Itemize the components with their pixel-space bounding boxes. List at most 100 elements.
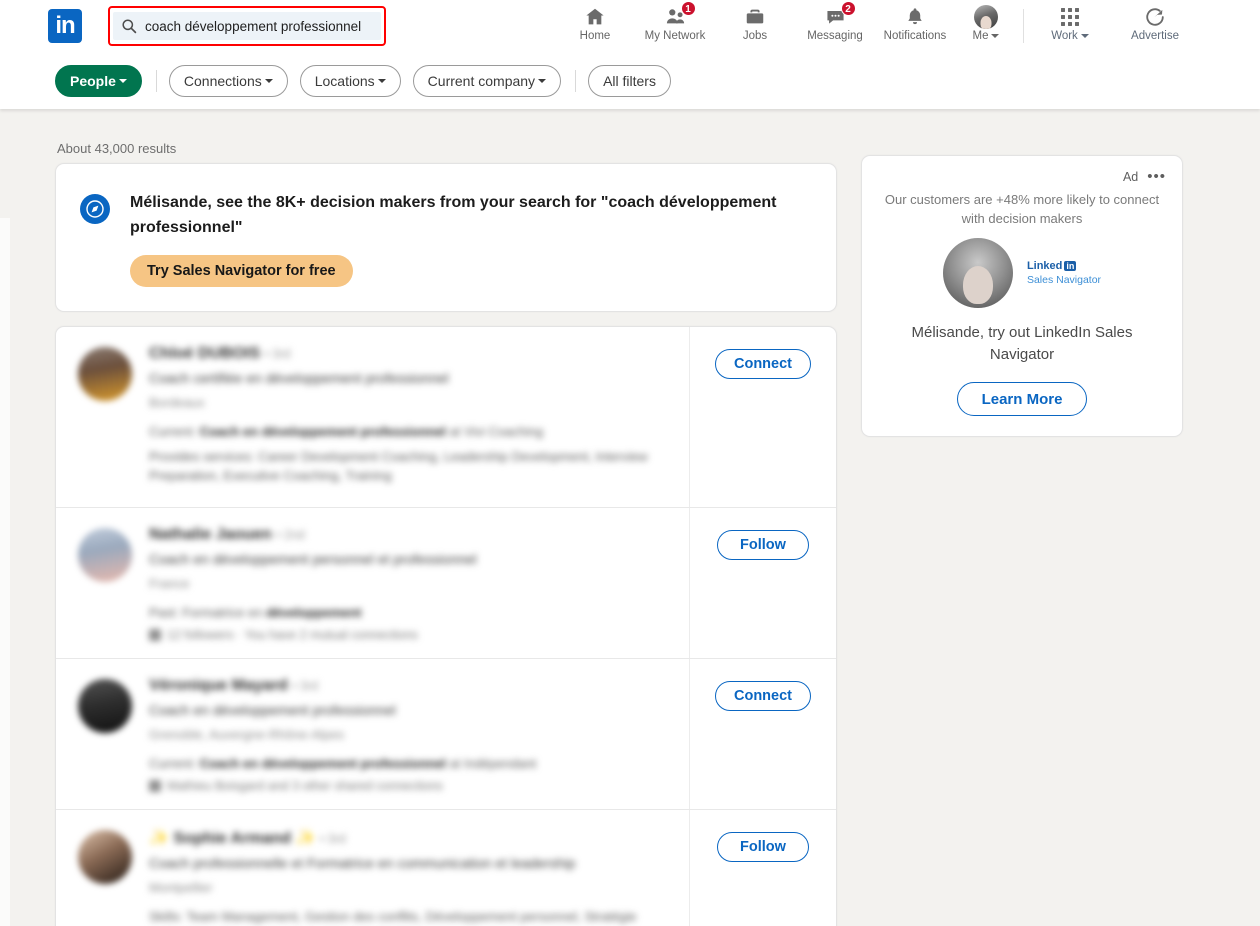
people-icon: 1 bbox=[664, 1, 696, 29]
snippet-suffix: at Vivi Coaching bbox=[449, 424, 544, 439]
nav-item-advertise[interactable]: Advertise bbox=[1110, 0, 1200, 52]
result-degree: • 2nd bbox=[276, 528, 305, 542]
snippet-prefix: Skills: Team Management, Gestion des con… bbox=[149, 909, 637, 924]
filter-current-company[interactable]: Current company bbox=[412, 64, 562, 97]
follow-button[interactable]: Follow bbox=[717, 832, 809, 862]
result-avatar[interactable] bbox=[78, 830, 132, 884]
brand-linked: Linked bbox=[1026, 260, 1063, 272]
row-vertical-divider bbox=[689, 508, 690, 658]
result-snippet: Current: Coach en développement professi… bbox=[149, 754, 680, 773]
result-name[interactable]: Véronique Mayard • 3rd bbox=[149, 677, 680, 695]
filter-people[interactable]: People bbox=[55, 64, 142, 97]
result-name[interactable]: Chloé DUBOIS • 3rd bbox=[149, 345, 680, 363]
follow-button[interactable]: Follow bbox=[717, 530, 809, 560]
search-icon bbox=[122, 19, 137, 34]
filter-current-company-label: Current company bbox=[427, 72, 536, 89]
chevron-down-icon bbox=[118, 78, 127, 83]
nav-badge-my-network: 1 bbox=[680, 1, 696, 16]
row-vertical-divider bbox=[689, 327, 690, 507]
nav-label-work: Work bbox=[1051, 30, 1078, 42]
search-input[interactable]: coach développement professionnel bbox=[113, 12, 381, 40]
filter-divider-2 bbox=[575, 69, 577, 92]
linkedin-logo[interactable]: in bbox=[48, 9, 82, 43]
snippet-highlight: Coach en développement professionnel bbox=[199, 424, 446, 439]
result-headline: Coach en développement professionnel bbox=[149, 702, 396, 718]
brand-in-mark: in bbox=[1064, 261, 1077, 271]
nav-item-me[interactable]: Me bbox=[955, 0, 1017, 52]
result-headline: Coach en développement personnel et prof… bbox=[149, 551, 477, 567]
nav-label-messaging: Messaging bbox=[807, 30, 863, 42]
bell-icon bbox=[904, 5, 926, 29]
snippet-prefix: Past: Formatrice en bbox=[149, 605, 263, 620]
connect-button[interactable]: Connect bbox=[715, 681, 811, 711]
search-area: coach développement professionnel bbox=[108, 6, 386, 46]
ad-media: Linked in Sales Navigator bbox=[878, 238, 1166, 308]
brand-sales-navigator: Sales Navigator bbox=[1026, 274, 1102, 286]
result-row[interactable]: Nathalie Jaouen • 2nd Coach en développe… bbox=[56, 507, 836, 658]
nav-item-messaging[interactable]: 2 Messaging bbox=[795, 0, 875, 52]
ad-title: Mélisande, try out LinkedIn Sales Naviga… bbox=[911, 324, 1133, 363]
result-degree: • 3rd bbox=[319, 832, 346, 846]
result-location: France bbox=[149, 576, 190, 591]
result-details: Chloé DUBOIS • 3rd Coach certifiée en dé… bbox=[149, 345, 690, 491]
nav-label-notifications: Notifications bbox=[883, 30, 947, 42]
more-options-icon[interactable]: ••• bbox=[1147, 169, 1166, 184]
sales-navigator-logo: Linked in Sales Navigator bbox=[1027, 260, 1101, 286]
snippet-highlight: Coach en développement professionnel bbox=[199, 756, 446, 771]
result-name-text: Chloé DUBOIS bbox=[149, 345, 261, 362]
search-input-value: coach développement professionnel bbox=[145, 18, 362, 34]
chevron-down-icon bbox=[1080, 33, 1089, 38]
result-avatar[interactable] bbox=[78, 679, 132, 733]
result-name[interactable]: ✨ Sophie Armand ✨ • 3rd bbox=[149, 828, 680, 848]
result-name-text: Véronique Mayard bbox=[149, 677, 288, 694]
snippet-highlight: développement bbox=[266, 605, 362, 620]
chevron-down-icon bbox=[377, 78, 386, 83]
promo-body: Mélisande, see the 8K+ decision makers f… bbox=[130, 190, 790, 287]
filter-connections-label: Connections bbox=[183, 72, 262, 89]
result-snippet: Past: Formatrice en développement bbox=[149, 603, 680, 622]
filter-people-label: People bbox=[70, 72, 116, 89]
filter-locations[interactable]: Locations bbox=[299, 64, 401, 97]
nav-label-jobs: Jobs bbox=[742, 30, 768, 42]
result-row[interactable]: Véronique Mayard • 3rd Coach en développ… bbox=[56, 658, 836, 809]
result-action: Follow bbox=[690, 526, 836, 642]
nav-item-work[interactable]: Work bbox=[1030, 0, 1110, 52]
result-degree: • 3rd bbox=[292, 679, 319, 693]
ad-subtitle: Our customers are +48% more likely to co… bbox=[884, 192, 1160, 226]
try-sales-navigator-button[interactable]: Try Sales Navigator for free bbox=[130, 255, 353, 287]
learn-more-button[interactable]: Learn More bbox=[956, 382, 1088, 416]
chevron-down-icon bbox=[264, 78, 273, 83]
result-meta: 12 followers · You have 2 mutual connect… bbox=[149, 628, 680, 642]
result-name[interactable]: Nathalie Jaouen • 2nd bbox=[149, 526, 680, 544]
nav-label-me: Me bbox=[972, 30, 989, 42]
primary-nav: Home 1 My Network Jobs 2 Messaging Notif… bbox=[555, 0, 1200, 52]
sales-navigator-ad-card: Ad ••• Our customers are +48% more likel… bbox=[861, 155, 1183, 437]
nav-item-jobs[interactable]: Jobs bbox=[715, 0, 795, 52]
nav-label-advertise: Advertise bbox=[1131, 30, 1179, 42]
result-action: Connect bbox=[690, 677, 836, 793]
filter-connections[interactable]: Connections bbox=[168, 64, 288, 97]
message-icon: 2 bbox=[824, 1, 856, 29]
global-header: in coach développement professionnel Hom… bbox=[0, 0, 1260, 52]
sidebar-column: Ad ••• Our customers are +48% more likel… bbox=[861, 155, 1183, 437]
connect-button[interactable]: Connect bbox=[715, 349, 811, 379]
row-vertical-divider bbox=[689, 810, 690, 926]
filter-all-filters[interactable]: All filters bbox=[588, 64, 671, 97]
result-action: Follow bbox=[690, 828, 836, 926]
page-left-edge bbox=[0, 218, 10, 926]
result-name-text: Nathalie Jaouen bbox=[149, 526, 272, 543]
result-row[interactable]: Chloé DUBOIS • 3rd Coach certifiée en dé… bbox=[56, 327, 836, 507]
results-count: About 43,000 results bbox=[57, 141, 177, 156]
ad-label: Ad bbox=[1122, 170, 1139, 184]
result-row[interactable]: ✨ Sophie Armand ✨ • 3rd Coach profession… bbox=[56, 809, 836, 926]
result-avatar[interactable] bbox=[78, 347, 132, 401]
result-location: Grenoble, Auvergne-Rhône-Alpes bbox=[149, 727, 345, 742]
nav-item-home[interactable]: Home bbox=[555, 0, 635, 52]
nav-item-my-network[interactable]: 1 My Network bbox=[635, 0, 715, 52]
ad-header: Ad ••• bbox=[878, 169, 1166, 184]
advertise-icon bbox=[1144, 5, 1166, 29]
connection-icon bbox=[149, 780, 161, 792]
result-avatar[interactable] bbox=[78, 528, 132, 582]
nav-item-notifications[interactable]: Notifications bbox=[875, 0, 955, 52]
result-headline: Coach professionnelle et Formatrice en c… bbox=[149, 855, 576, 871]
